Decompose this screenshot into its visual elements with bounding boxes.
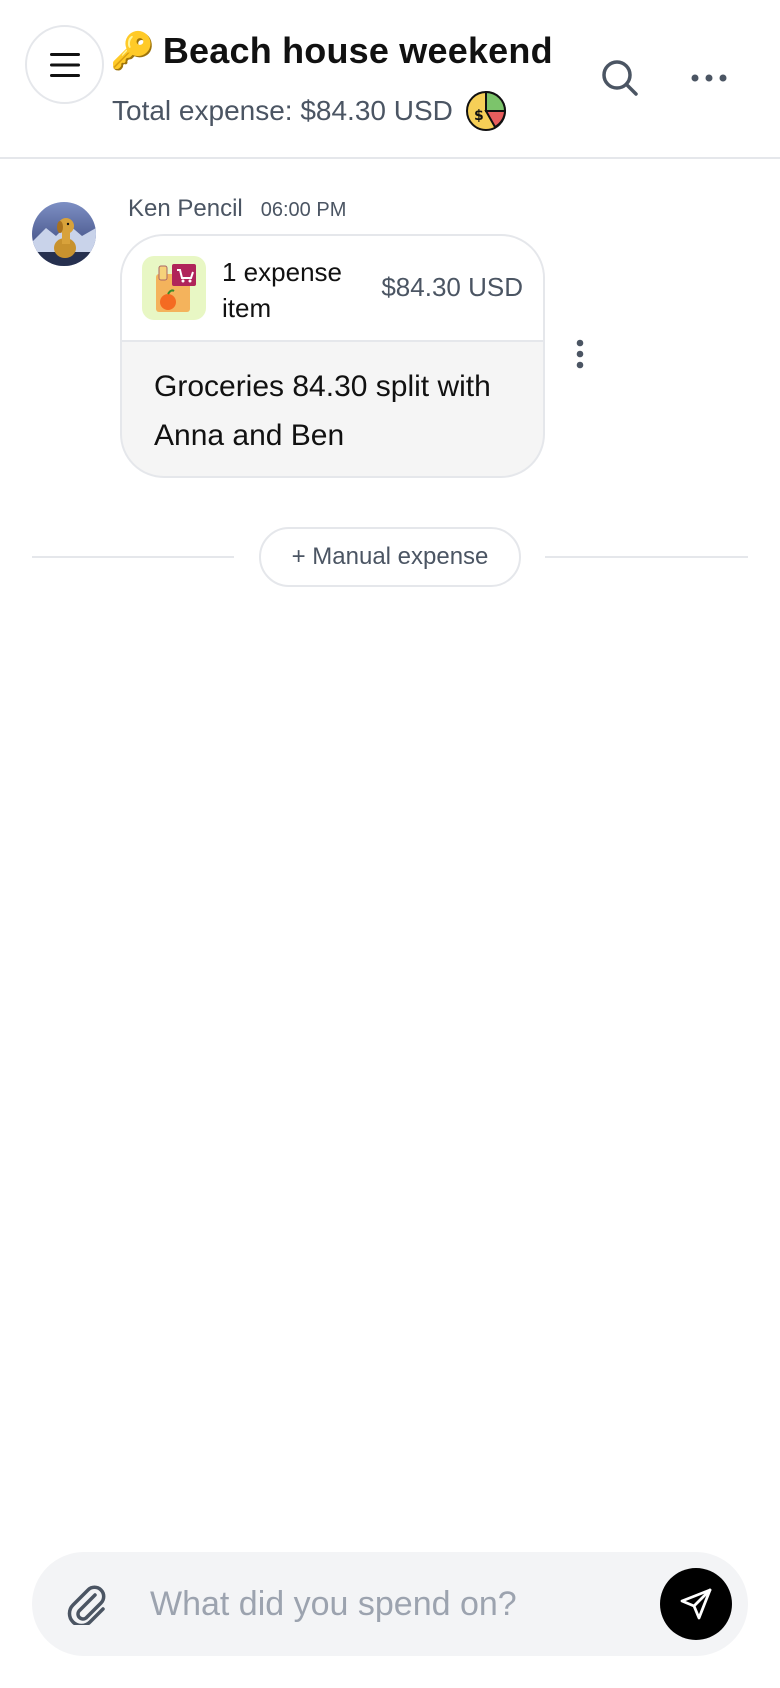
expense-message-bubble[interactable]: 1 expense item $84.30 USD Groceries 84.3… bbox=[120, 234, 545, 478]
pie-chart-money-icon: $ bbox=[465, 90, 506, 131]
menu-button[interactable] bbox=[25, 25, 104, 104]
search-icon bbox=[602, 60, 638, 96]
message-composer bbox=[32, 1552, 748, 1656]
total-expense-text: Total expense: $84.30 USD bbox=[112, 95, 453, 126]
divider-right bbox=[545, 556, 748, 558]
expense-amount: $84.30 USD bbox=[381, 272, 523, 302]
more-vertical-icon bbox=[576, 339, 584, 369]
send-button[interactable] bbox=[660, 1568, 732, 1640]
svg-text:$: $ bbox=[474, 108, 484, 124]
more-options-button[interactable] bbox=[684, 60, 734, 96]
total-expense-row[interactable]: Total expense: $84.30 USD $ bbox=[112, 90, 507, 132]
dog-avatar-icon bbox=[32, 202, 96, 266]
sender-name: Ken Pencil bbox=[128, 195, 243, 222]
grocery-bag-graphic bbox=[156, 264, 196, 312]
divider-left bbox=[32, 556, 234, 558]
attach-button[interactable] bbox=[60, 1578, 112, 1630]
expense-summary-card[interactable]: 1 expense item $84.30 USD bbox=[122, 236, 543, 342]
message-time: 06:00 PM bbox=[260, 199, 347, 221]
message-meta: Ken Pencil 06:00 PM bbox=[128, 195, 346, 223]
chat-header: 🔑 Beach house weekend Total expense: $84… bbox=[0, 0, 780, 159]
hamburger-menu-icon bbox=[49, 52, 80, 77]
more-horizontal-icon bbox=[691, 74, 727, 82]
paperclip-icon bbox=[67, 1585, 106, 1625]
avatar[interactable] bbox=[32, 202, 96, 266]
expense-input[interactable] bbox=[150, 1574, 600, 1634]
app-root: 🔑 Beach house weekend Total expense: $84… bbox=[0, 0, 780, 1688]
expense-count: 1 expense item bbox=[222, 257, 342, 323]
chat-title-row[interactable]: 🔑 Beach house weekend bbox=[110, 30, 553, 72]
grocery-bag-icon bbox=[142, 256, 206, 320]
chat-title: Beach house weekend bbox=[162, 30, 553, 71]
manual-expense-button[interactable]: + Manual expense bbox=[259, 527, 521, 587]
message-options-button[interactable] bbox=[568, 334, 592, 374]
key-icon: 🔑 bbox=[110, 30, 155, 71]
search-button[interactable] bbox=[596, 52, 644, 104]
send-icon bbox=[680, 1588, 712, 1620]
message-text: Groceries 84.30 split with Anna and Ben bbox=[154, 370, 491, 452]
